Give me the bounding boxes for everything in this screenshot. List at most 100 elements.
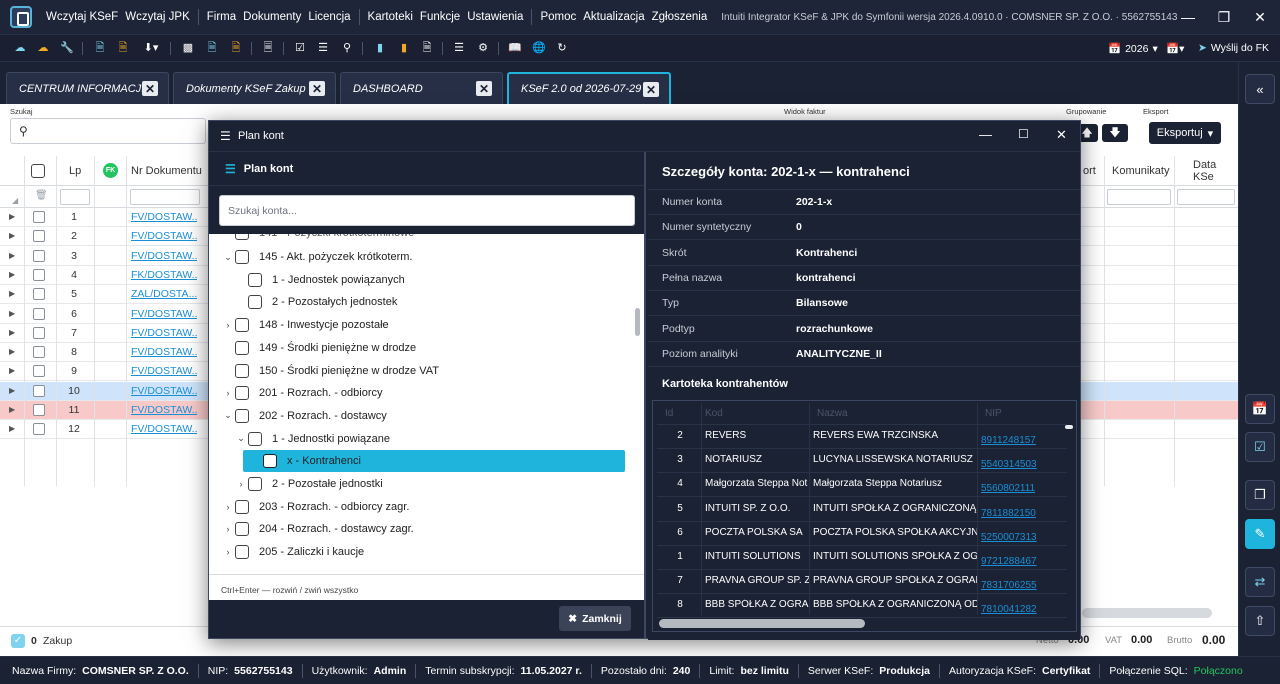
col-data-ksef[interactable]: Data KSe [1193,156,1238,186]
bookmark-orange-icon[interactable]: ▮ [397,41,411,55]
document-list-icon[interactable]: 🗎 [205,41,219,55]
tab-dokumenty-ksef-zakup[interactable]: Dokumenty KSeF Zakup ✕ [173,72,336,104]
tree-checkbox[interactable] [248,477,262,491]
k-nip-link[interactable]: 8911248157 [981,435,1063,446]
col-sort[interactable]: ort [1083,156,1096,186]
maximize-icon[interactable]: ☐ [1018,127,1029,141]
cloud-upload-icon[interactable]: ☁ [13,41,27,55]
search-input[interactable]: ⚲ [10,118,206,144]
menu-zgloszenia[interactable]: Zgłoszenia [652,11,708,23]
export-button[interactable]: Eksportuj ▾ [1149,122,1221,144]
calendar-check-icon[interactable]: ☑ [1245,432,1275,462]
menu-firma[interactable]: Firma [207,11,236,23]
filter-doc[interactable] [130,189,200,205]
tree-checkbox[interactable] [235,250,249,264]
row-checkbox[interactable] [33,384,45,397]
tab-centrum-informacji[interactable]: CENTRUM INFORMACJI ✕ [6,72,169,104]
close-icon[interactable]: ✕ [1056,127,1067,143]
row-doc-link[interactable]: FV/DOSTAW... [131,385,197,397]
row-checkbox[interactable] [33,288,45,301]
tree-node[interactable]: 149 - Środki pieniężne w drodze [223,337,416,359]
tree-node[interactable]: ⌄ 1 - Jednostki powiązane [236,428,390,450]
list-icon[interactable]: ☰ [316,41,330,55]
menu-licencja[interactable]: Licencja [308,11,350,23]
document-blue-icon[interactable]: 🗎 [93,41,107,55]
row-doc-link[interactable]: FV/DOSTAW... [131,365,197,377]
tree-checkbox[interactable] [248,272,262,287]
document-export-icon[interactable]: 🗎 [420,41,434,55]
kartoteka-hscroll[interactable] [659,619,865,628]
row-checkbox[interactable] [33,326,45,339]
tree-scrollbar[interactable] [635,308,640,336]
menu-aktualizacja[interactable]: Aktualizacja [583,11,644,23]
menu-list-icon[interactable]: ☰ [452,41,466,55]
chevron-right-icon[interactable]: › [223,388,233,398]
gear-icon[interactable]: ⚙ [476,41,490,55]
expand-row-icon[interactable]: ▶ [9,251,15,260]
menu-pomoc[interactable]: Pomoc [540,11,576,23]
calendar-check-dropdown[interactable]: 📅▾ [1166,42,1184,55]
col-kod[interactable]: Kod [705,408,723,419]
col-lp[interactable]: Lp [69,156,81,186]
menu-ustawienia[interactable]: Ustawienia [467,11,523,23]
refresh-icon[interactable]: ↻ [555,41,569,55]
row-doc-link[interactable]: FV/DOSTAW... [131,230,197,242]
select-all-checkbox[interactable] [31,164,45,178]
tree-checkbox[interactable] [235,340,249,355]
download-dropdown-icon[interactable]: ⬇▾ [140,41,162,55]
menu-dokumenty[interactable]: Dokumenty [243,11,301,23]
tab-dashboard[interactable]: DASHBOARD ✕ [340,72,503,104]
row-checkbox[interactable] [33,249,45,262]
tree-checkbox[interactable] [235,318,249,333]
trash-icon[interactable]: 🗑 [35,190,48,201]
filter-lp[interactable] [60,189,90,205]
expand-row-icon[interactable]: ▶ [9,347,15,356]
row-doc-link[interactable]: FK/DOSTAW... [131,269,197,281]
expand-row-icon[interactable]: ▶ [9,309,15,318]
row-checkbox[interactable] [33,307,45,320]
menu-wczytaj-ksef[interactable]: Wczytaj KSeF [46,11,118,23]
row-doc-link[interactable]: FV/DOSTAW... [131,308,197,320]
expand-row-icon[interactable]: ▶ [9,366,15,375]
tab-close-icon[interactable]: ✕ [643,82,659,97]
minimize-icon[interactable]: — [979,127,992,142]
row-checkbox[interactable] [33,230,45,243]
bar-chart-icon[interactable]: ▩ [181,41,195,55]
tree-node[interactable]: › 148 - Inwestycje pozostałe [223,314,389,336]
edit-check-icon[interactable]: ✎ [1245,519,1275,549]
tree-checkbox[interactable] [235,545,249,560]
account-search-field[interactable] [219,195,635,226]
send-fk-button[interactable]: ➤ Wyślij do FK [1198,42,1269,54]
file-icon[interactable]: 🗏 [261,41,275,55]
tree-checkbox[interactable] [248,431,262,446]
filter-komunikaty[interactable] [1107,189,1171,205]
move-down-button[interactable]: 🡇 [1102,124,1128,142]
k-nip-link[interactable]: 7810041282 [981,604,1063,615]
minimize-icon[interactable]: — [1168,0,1208,34]
wrench-icon[interactable]: 🔧 [60,41,74,55]
row-doc-link[interactable]: FV/DOSTAW... [131,327,197,339]
kartoteka-row[interactable]: 2 REVERS REVERS EWA TRZCIŃSKA 8911248157 [657,425,1067,449]
year-selector[interactable]: 📅 2026 ▾ [1108,42,1158,56]
kartoteka-row[interactable]: 6 POCZTA POLSKA SA POCZTA POLSKA SPÓŁKA AK… [657,522,1067,546]
tree-checkbox[interactable] [235,363,249,378]
close-window-icon[interactable]: ✕ [1240,0,1280,34]
tree-checkbox[interactable] [263,454,277,469]
expand-row-icon[interactable]: ▶ [9,212,15,221]
kartoteka-vscroll[interactable] [1065,425,1073,429]
k-nip-link[interactable]: 5540314503 [981,459,1063,470]
kartoteka-row[interactable]: 1 INTUITI SOLUTIONS INTUITI SOLUTIONS SPÓŁ… [657,546,1067,570]
row-checkbox[interactable] [33,423,45,436]
row-checkbox[interactable] [33,365,45,378]
row-doc-link[interactable]: FV/DOSTAW... [131,346,197,358]
kartoteka-row[interactable]: 5 INTUITI SP. Z O.O. INTUITI SPÓŁKA Z OGRA… [657,498,1067,522]
col-nip[interactable]: NIP [985,408,1002,419]
expand-row-icon[interactable]: ▶ [9,270,15,279]
cloud-download-icon[interactable]: ☁ [36,41,50,55]
expand-row-icon[interactable]: ▶ [9,231,15,240]
tree-node[interactable]: › 201 - Rozrach. - odbiorcy [223,382,383,404]
k-nip-link[interactable]: 5560802111 [981,483,1063,494]
kartoteka-row[interactable]: 4 Małgorzata Steppa Not Małgorzata Steppa … [657,473,1067,498]
globe-icon[interactable]: 🌐 [532,41,546,55]
filter-data[interactable] [1177,189,1235,205]
